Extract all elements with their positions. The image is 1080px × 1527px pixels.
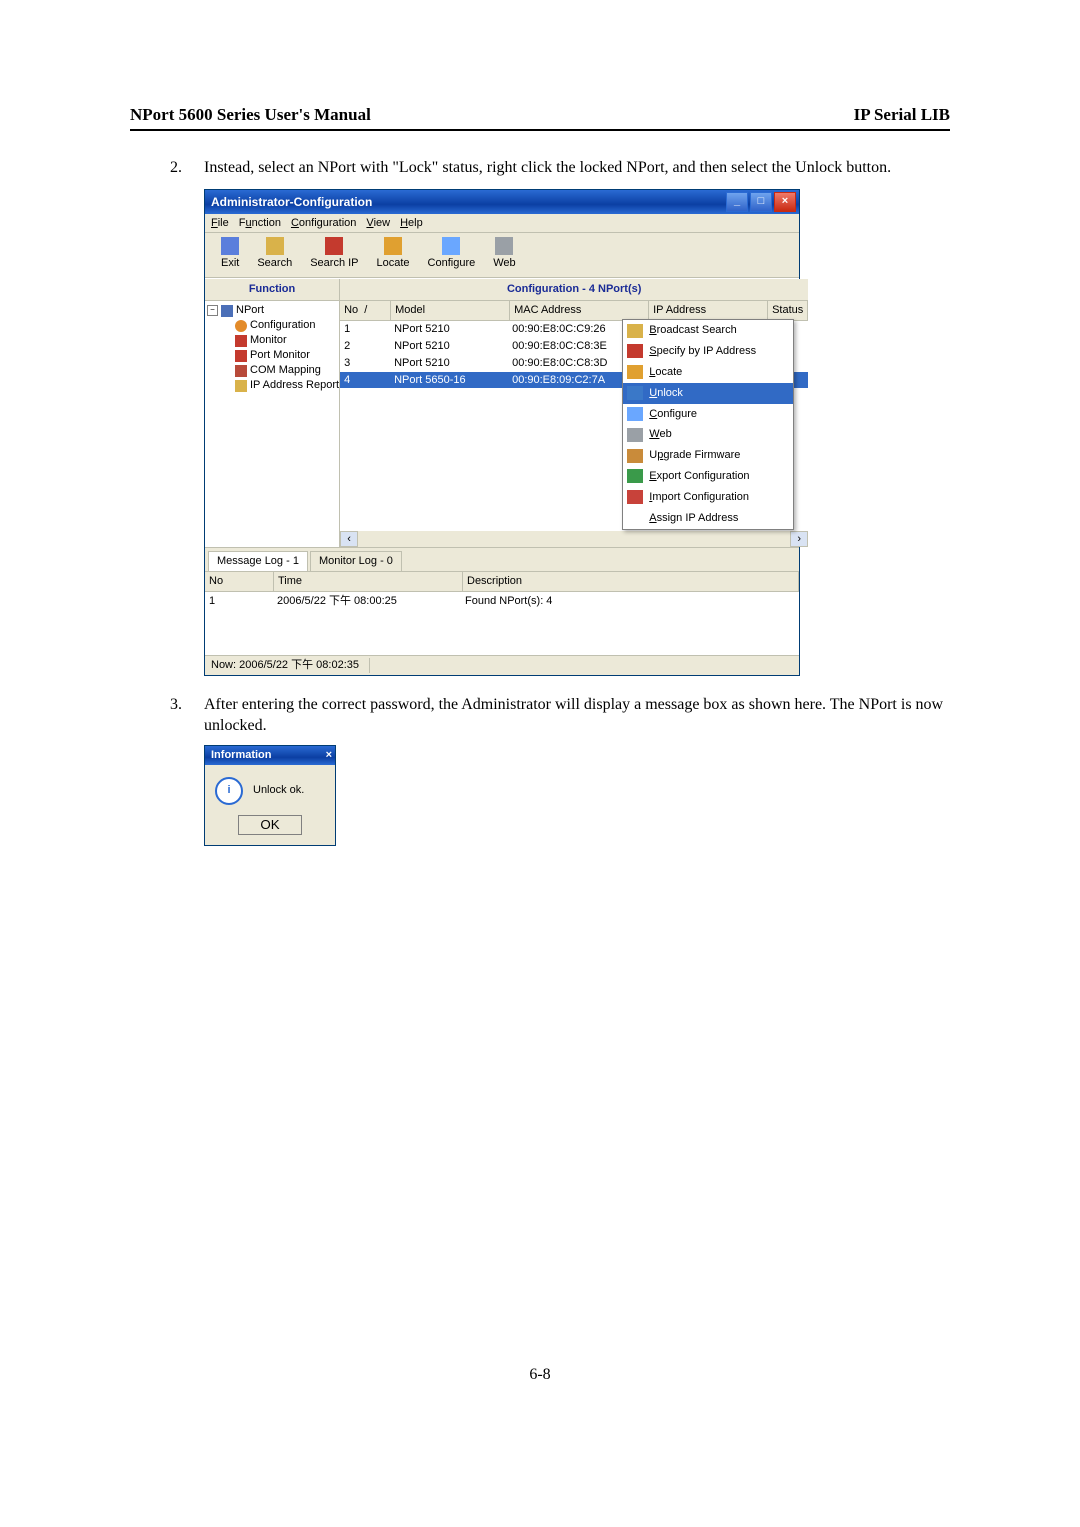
col-ip[interactable]: IP Address [649, 301, 768, 320]
info-icon [235, 320, 247, 332]
menu-view[interactable]: View [366, 216, 390, 231]
horizontal-scrollbar[interactable]: ‹ › [340, 531, 808, 547]
locate-icon [384, 237, 402, 255]
menu-configuration[interactable]: Configuration [291, 216, 356, 231]
toolbar-search[interactable]: Search [249, 237, 300, 271]
step-2-num: 2. [170, 157, 182, 179]
context-menu: Broadcast Search Specify by IP Address L… [622, 319, 794, 529]
searchip-icon [325, 237, 343, 255]
function-header: Function [205, 279, 339, 301]
com-mapping-icon [235, 365, 247, 377]
menu-help[interactable]: Help [400, 216, 423, 231]
close-button[interactable]: × [774, 192, 796, 212]
tree-com-mapping[interactable]: COM Mapping [207, 363, 339, 378]
ctx-locate[interactable]: Locate [623, 362, 793, 383]
port-monitor-icon [235, 350, 247, 362]
doc-title-left: NPort 5600 Series User's Manual [130, 105, 371, 125]
toolbar-exit[interactable]: Exit [213, 237, 247, 271]
toolbar: Exit Search Search IP Locate Configure W… [205, 233, 799, 278]
tree-monitor[interactable]: Monitor [207, 333, 339, 348]
information-icon: i [215, 777, 243, 805]
step-3-text: After entering the correct password, the… [204, 696, 943, 735]
toolbar-locate[interactable]: Locate [369, 237, 418, 271]
minimize-button[interactable]: _ [726, 192, 748, 212]
doc-header: NPort 5600 Series User's Manual IP Seria… [130, 105, 950, 131]
configure-icon [442, 237, 460, 255]
nport-icon [221, 305, 233, 317]
tree-ip-address-report[interactable]: IP Address Report [207, 378, 339, 393]
window-title: Administrator-Configuration [211, 194, 724, 210]
col-mac[interactable]: MAC Address [510, 301, 649, 320]
step-3: 3. After entering the correct password, … [170, 694, 950, 846]
collapse-icon[interactable]: − [207, 305, 218, 316]
export-icon [627, 469, 643, 483]
menu-bar: File Function Configuration View Help [205, 214, 799, 234]
nport-list: No / Model MAC Address IP Address Status… [340, 301, 808, 531]
step-3-num: 3. [170, 694, 182, 716]
page-number: 6-8 [130, 1366, 950, 1384]
doc-title-right: IP Serial LIB [854, 105, 950, 125]
web-icon [627, 428, 643, 442]
info-close-button[interactable]: × [326, 748, 332, 763]
col-model[interactable]: Model [391, 301, 510, 320]
step-2-text: Instead, select an NPort with "Lock" sta… [204, 159, 891, 176]
log-col-time[interactable]: Time [274, 572, 463, 591]
log-panel: No Time Description 1 2006/5/22 下午 08:00… [205, 571, 799, 655]
ip-report-icon [235, 380, 247, 392]
status-now: Now: 2006/5/22 下午 08:02:35 [211, 658, 370, 673]
toolbar-searchip[interactable]: Search IP [302, 237, 366, 271]
tab-message-log[interactable]: Message Log - 1 [208, 551, 308, 571]
menu-function[interactable]: Function [239, 216, 281, 231]
status-bar: Now: 2006/5/22 下午 08:02:35 [205, 655, 799, 675]
tab-monitor-log[interactable]: Monitor Log - 0 [310, 551, 402, 571]
specify-ip-icon [627, 344, 643, 358]
tree-configuration[interactable]: Configuration [207, 318, 339, 333]
step-2: 2. Instead, select an NPort with "Lock" … [170, 157, 950, 676]
log-row[interactable]: 1 2006/5/22 下午 08:00:25 Found NPort(s): … [205, 592, 799, 611]
exit-icon [221, 237, 239, 255]
web-icon [495, 237, 513, 255]
search-icon [266, 237, 284, 255]
info-dialog: Information × i Unlock ok. OK [204, 745, 336, 846]
toolbar-configure[interactable]: Configure [420, 237, 484, 271]
col-no[interactable]: No / [340, 301, 391, 320]
log-tabs: Message Log - 1 Monitor Log - 0 [205, 547, 799, 571]
ctx-import-config[interactable]: Import Configuration [623, 487, 793, 508]
log-col-desc[interactable]: Description [463, 572, 799, 591]
menu-file[interactable]: File [211, 216, 229, 231]
import-icon [627, 490, 643, 504]
ctx-configure[interactable]: Configure [623, 404, 793, 425]
upgrade-icon [627, 449, 643, 463]
scroll-left-icon[interactable]: ‹ [340, 531, 358, 547]
ctx-specify-ip[interactable]: Specify by IP Address [623, 341, 793, 362]
monitor-icon [235, 335, 247, 347]
assign-ip-icon [627, 511, 643, 525]
ok-button[interactable]: OK [238, 815, 302, 835]
scroll-right-icon[interactable]: › [790, 531, 808, 547]
tree-root[interactable]: − NPort [207, 303, 339, 318]
configure-icon [627, 407, 643, 421]
unlock-icon [627, 386, 643, 400]
ctx-web[interactable]: Web [623, 424, 793, 445]
toolbar-web[interactable]: Web [485, 237, 523, 271]
ctx-export-config[interactable]: Export Configuration [623, 466, 793, 487]
log-col-no[interactable]: No [205, 572, 274, 591]
ctx-broadcast-search[interactable]: Broadcast Search [623, 320, 793, 341]
locate-icon [627, 365, 643, 379]
tree-port-monitor[interactable]: Port Monitor [207, 348, 339, 363]
window-titlebar: Administrator-Configuration _ □ × [205, 190, 799, 214]
info-message: Unlock ok. [253, 783, 304, 798]
ctx-upgrade-firmware[interactable]: Upgrade Firmware [623, 445, 793, 466]
maximize-button[interactable]: □ [750, 192, 772, 212]
ctx-unlock[interactable]: Unlock [623, 383, 793, 404]
list-header: No / Model MAC Address IP Address Status [340, 301, 808, 321]
function-tree: − NPort Configuration Monitor Port Monit… [205, 301, 339, 547]
col-status[interactable]: Status [768, 301, 808, 320]
info-titlebar: Information × [205, 746, 335, 765]
config-header: Configuration - 4 NPort(s) [340, 279, 808, 301]
broadcast-icon [627, 324, 643, 338]
ctx-assign-ip[interactable]: Assign IP Address [623, 508, 793, 529]
info-title: Information [211, 748, 326, 763]
admin-window: Administrator-Configuration _ □ × File F… [204, 189, 800, 676]
